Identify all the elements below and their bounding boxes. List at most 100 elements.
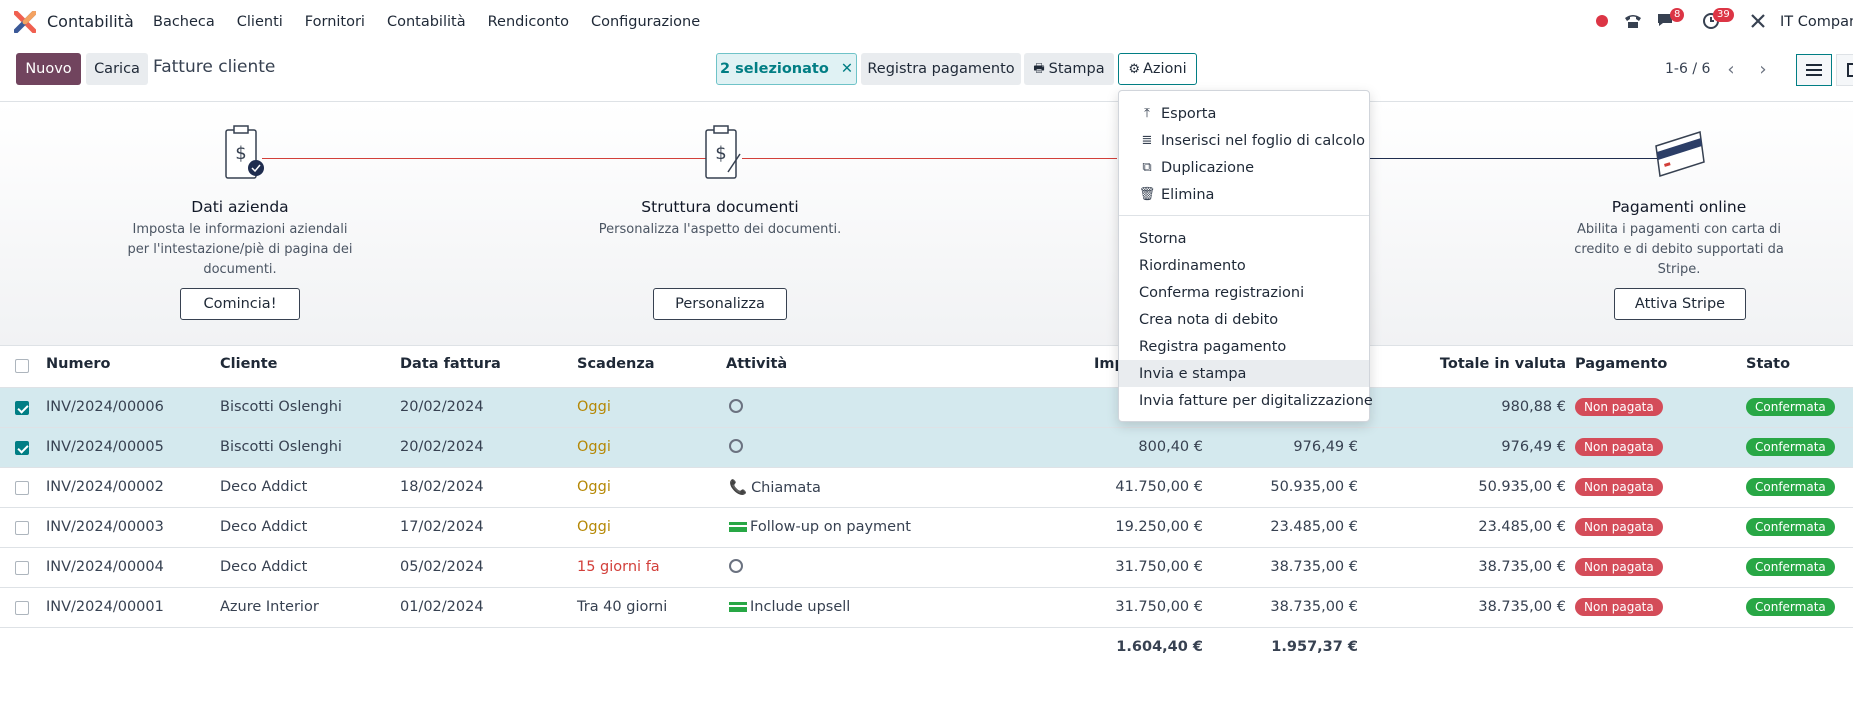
pager-value[interactable]: 1-6 / 6	[1665, 61, 1710, 77]
activity-label: Chiamata	[751, 480, 821, 496]
clock-activity-icon[interactable]	[729, 399, 743, 413]
invoice-number: INV/2024/00001	[46, 599, 164, 615]
export-menu-item[interactable]: ⤒ Esporta	[1119, 100, 1369, 127]
row-checkbox[interactable]	[15, 441, 29, 455]
register-payment-menu-item[interactable]: Registra pagamento	[1119, 333, 1369, 360]
progress-line-done	[262, 158, 722, 159]
col-attivita[interactable]: Attività	[726, 356, 787, 372]
actions-button[interactable]: ⚙ Azioni	[1118, 53, 1197, 85]
phone-icon[interactable]	[1624, 13, 1642, 29]
customer-name: Biscotti Oslenghi	[220, 439, 342, 455]
customize-button[interactable]: Personalizza	[653, 288, 787, 320]
reverse-menu-item[interactable]: Storna	[1119, 225, 1369, 252]
row-checkbox[interactable]	[15, 601, 29, 615]
activate-stripe-button[interactable]: Attiva Stripe	[1614, 288, 1746, 320]
send-and-print-menu-item[interactable]: Invia e stampa	[1119, 360, 1369, 387]
step-description: Imposta le informazioni aziendali per l'…	[127, 222, 353, 277]
invoice-number: INV/2024/00006	[46, 399, 164, 415]
menu-rendiconto[interactable]: Rendiconto	[488, 14, 569, 30]
menu-bacheca[interactable]: Bacheca	[153, 14, 215, 30]
company-switcher[interactable]: IT Company	[1780, 14, 1853, 30]
customer-name: Azure Interior	[220, 599, 319, 615]
app-name[interactable]: Contabilità	[47, 12, 134, 31]
activity[interactable]: Include upsell	[729, 599, 850, 615]
due-date: Oggi	[577, 439, 611, 455]
menu-contabilita[interactable]: Contabilità	[387, 14, 466, 30]
col-stato[interactable]: Stato	[1746, 356, 1790, 372]
activity[interactable]: 📞 Chiamata	[729, 479, 821, 496]
messages-icon[interactable]: 8	[1656, 8, 1685, 32]
table-row[interactable]: INV/2024/00002 Deco Addict 18/02/2024 Oggi 📞…	[0, 468, 1853, 508]
menu-fornitori[interactable]: Fornitori	[305, 14, 365, 30]
duplicate-menu-item[interactable]: ⧉ Duplicazione	[1119, 154, 1369, 181]
row-checkbox[interactable]	[15, 561, 29, 575]
table-row[interactable]: INV/2024/00001 Azure Interior 01/02/2024 Tr…	[0, 588, 1853, 628]
progress-line-mid	[742, 158, 1117, 159]
send-digitization-menu-item[interactable]: Invia fatture per digitalizzazione	[1119, 387, 1373, 414]
select-all-checkbox[interactable]	[15, 359, 29, 373]
page-title: Fatture cliente	[153, 57, 276, 77]
activity-label: Follow-up on payment	[750, 519, 911, 535]
upload-button[interactable]: Carica	[86, 53, 148, 85]
activities-icon[interactable]: 39	[1702, 8, 1734, 34]
state-badge: Confermata	[1746, 558, 1835, 576]
activity[interactable]: Follow-up on payment	[729, 519, 911, 535]
invoice-date: 01/02/2024	[400, 599, 484, 615]
activity[interactable]	[729, 399, 743, 415]
payment-status-badge: Non pagata	[1575, 558, 1663, 576]
col-numero[interactable]: Numero	[46, 356, 111, 372]
col-scadenza[interactable]: Scadenza	[577, 356, 655, 372]
col-cliente[interactable]: Cliente	[220, 356, 278, 372]
total-currency: 980,88 €	[1501, 399, 1566, 415]
payment-status-badge: Non pagata	[1575, 438, 1663, 456]
recording-dot-icon[interactable]	[1596, 15, 1608, 27]
due-date: Oggi	[577, 399, 611, 415]
debit-note-menu-item[interactable]: Crea nota di debito	[1119, 306, 1369, 333]
menu-item-label: Duplicazione	[1161, 159, 1255, 176]
total-amount: 23.485,00 €	[1270, 519, 1358, 535]
actions-label: Azioni	[1143, 61, 1187, 77]
invoice-number: INV/2024/00002	[46, 479, 164, 495]
table-row[interactable]: INV/2024/00005 Biscotti Oslenghi 20/02/202…	[0, 428, 1853, 468]
step-description: Abilita i pagamenti con carta di credito…	[1574, 222, 1784, 277]
activity[interactable]	[729, 439, 743, 455]
row-checkbox[interactable]	[15, 521, 29, 535]
confirm-entries-menu-item[interactable]: Conferma registrazioni	[1119, 279, 1369, 306]
untaxed-amount: 800,40 €	[1138, 439, 1203, 455]
table-row[interactable]: INV/2024/00006 Biscotti Oslenghi 20/02/202…	[0, 388, 1853, 428]
table-row[interactable]: INV/2024/00004 Deco Addict 05/02/2024 15 gi…	[0, 548, 1853, 588]
col-data[interactable]: Data fattura	[400, 356, 501, 372]
clear-selection-icon[interactable]: ✕	[841, 61, 853, 77]
row-checkbox[interactable]	[15, 401, 29, 415]
new-button[interactable]: Nuovo	[16, 53, 81, 85]
table-row[interactable]: INV/2024/00003 Deco Addict 17/02/2024 Oggi F…	[0, 508, 1853, 548]
copy-icon: ⧉	[1142, 160, 1152, 175]
menu-clienti[interactable]: Clienti	[237, 14, 283, 30]
col-totale-valuta[interactable]: Totale in valuta	[1420, 356, 1566, 372]
print-button[interactable]: 🖶 Stampa	[1024, 53, 1114, 85]
delete-menu-item[interactable]: 🗑 Elimina	[1119, 181, 1369, 208]
menu-configurazione[interactable]: Configurazione	[591, 14, 700, 30]
accounting-app-icon[interactable]	[14, 11, 36, 33]
company-data-icon: $	[225, 125, 264, 179]
due-date: Oggi	[577, 479, 611, 495]
total-amount: 50.935,00 €	[1270, 479, 1358, 495]
customer-name: Deco Addict	[220, 559, 308, 575]
col-pagamento[interactable]: Pagamento	[1575, 356, 1667, 372]
list-view-button[interactable]	[1796, 54, 1832, 86]
tools-icon[interactable]	[1750, 13, 1766, 29]
start-button[interactable]: Comincia!	[180, 288, 300, 320]
pager-previous-icon[interactable]: ‹	[1716, 54, 1746, 84]
register-payment-button[interactable]: Registra pagamento	[861, 53, 1021, 85]
spreadsheet-menu-item[interactable]: ≣ Inserisci nel foglio di calcolo	[1119, 127, 1369, 154]
activity[interactable]	[729, 559, 743, 575]
clock-activity-icon[interactable]	[729, 439, 743, 453]
selection-badge[interactable]: 2 selezionato ✕	[716, 53, 857, 85]
reorder-menu-item[interactable]: Riordinamento	[1119, 252, 1369, 279]
clock-activity-icon[interactable]	[729, 559, 743, 573]
pager-next-icon[interactable]: ›	[1748, 54, 1778, 84]
row-checkbox[interactable]	[15, 481, 29, 495]
kanban-view-button[interactable]	[1836, 54, 1853, 86]
table-footer: 1.604,40 € 1.957,37 €	[0, 628, 1853, 668]
total-currency: 50.935,00 €	[1478, 479, 1566, 495]
